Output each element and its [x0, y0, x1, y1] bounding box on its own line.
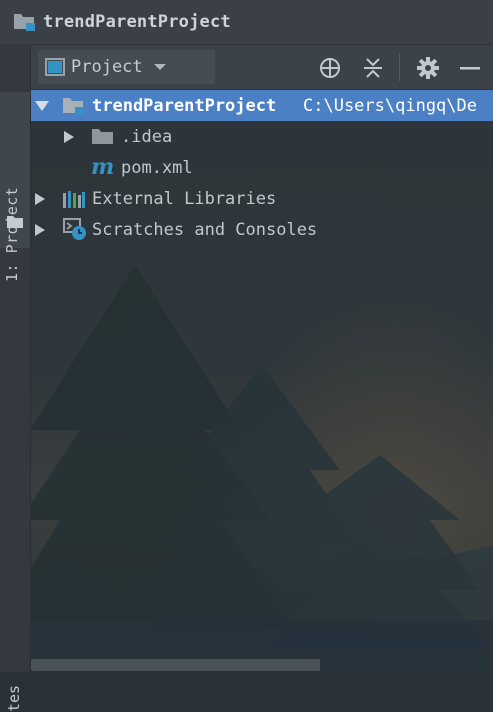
project-toolbar: Project: [31, 45, 493, 90]
tree-root-label: trendParentProject: [92, 95, 277, 116]
expanded-arrow-icon[interactable]: [34, 99, 50, 113]
chevron-down-icon: [153, 62, 167, 72]
tree-item-external-libraries[interactable]: External Libraries: [31, 183, 493, 214]
collapse-all-icon[interactable]: [360, 55, 386, 81]
library-icon: [62, 189, 86, 209]
minimize-icon[interactable]: [457, 55, 483, 81]
tree-item-label: pom.xml: [121, 157, 193, 178]
window-title: trendParentProject: [43, 12, 231, 32]
tree-root-row[interactable]: trendParentProject C:\Users\qingq\De: [31, 90, 493, 121]
window-title-bar: trendParentProject: [0, 0, 493, 44]
project-tree: trendParentProject C:\Users\qingq\De .id…: [31, 90, 493, 245]
tree-item-pom[interactable]: m pom.xml: [31, 152, 493, 183]
tree-item-scratches[interactable]: Scratches and Consoles: [31, 214, 493, 245]
folder-icon: [91, 128, 115, 146]
collapsed-arrow-icon[interactable]: [34, 192, 46, 206]
maven-icon: m: [91, 154, 115, 180]
tree-root-path: C:\Users\qingq\De: [303, 95, 477, 116]
scratches-icon: [62, 217, 88, 242]
tree-item-label: Scratches and Consoles: [92, 219, 318, 240]
locate-icon[interactable]: [317, 55, 343, 81]
view-selector-dropdown[interactable]: Project: [38, 50, 215, 84]
horizontal-scrollbar[interactable]: [31, 659, 320, 671]
toolbar-separator: [399, 53, 400, 81]
favorites-tab-label[interactable]: tes: [5, 685, 23, 712]
collapsed-arrow-icon[interactable]: [34, 223, 46, 237]
gear-icon[interactable]: [415, 55, 441, 81]
project-view-icon: [45, 58, 65, 76]
project-folder-icon: [62, 96, 86, 116]
folder-icon: [6, 214, 24, 234]
project-tab-label: 1: Project: [3, 186, 21, 282]
tree-item-label: .idea: [121, 126, 173, 147]
tree-item-idea[interactable]: .idea: [31, 121, 493, 152]
tool-window-strip: 1: Project tes: [0, 44, 31, 712]
project-folder-icon: [13, 12, 37, 32]
tree-item-label: External Libraries: [92, 188, 277, 209]
collapsed-arrow-icon[interactable]: [63, 130, 75, 144]
view-selector-label: Project: [71, 57, 143, 77]
